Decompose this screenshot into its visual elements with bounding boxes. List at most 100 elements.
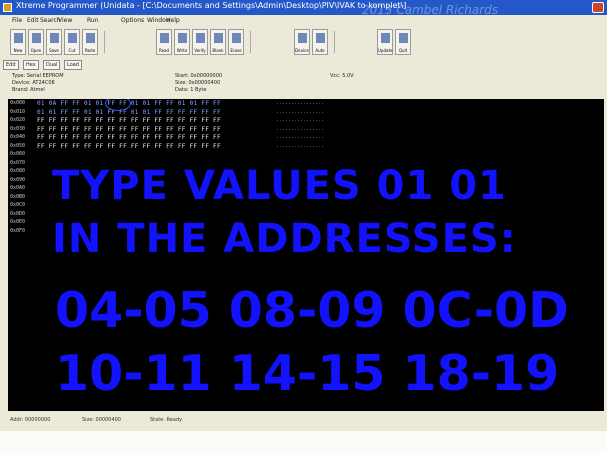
device-brand: Brand: Atmel [12,87,45,93]
hex-row[interactable]: 01 01 FF FF 01 01 FF FF 01 01 FF FF FF F… [37,109,221,116]
write-button[interactable]: Write [174,29,190,55]
menu-view[interactable]: View [58,17,72,24]
blank-button[interactable]: Blank [210,29,226,55]
instruction-line-4: 10-11 14-15 18-19 [55,345,560,402]
toolbar-label: Blank [212,48,224,53]
tab-dual[interactable]: Dual [43,60,61,70]
save-button[interactable]: Save [46,29,62,55]
toolbar-separator [104,31,105,53]
status-state: State: Ready [150,417,183,423]
tab-load[interactable]: Load [64,60,82,70]
address-label: 0x090 [10,176,26,183]
menu-edit[interactable]: Edit [27,17,39,24]
device-info-panel: Type: Serial EEPROM Device: AT24C08 Bran… [0,72,607,98]
address-label: 0x010 [10,108,26,115]
address-column: 0x000 0x010 0x020 0x030 0x040 0x050 0x060 0x070… [8,99,35,411]
hex-row[interactable]: FF FF FF FF FF FF FF FF FF FF FF FF FF F… [37,134,221,141]
erase-button[interactable]: Erase [228,29,244,55]
app-window: Xtreme Programmer (Unidata - [C:\Documen… [0,0,607,454]
auto-button[interactable]: Auto [312,29,328,55]
address-label: 0x0C0 [10,202,26,208]
status-size: Size: 00000400 [82,417,121,423]
toolbar-label: Paste [84,48,96,53]
update-button[interactable]: Update [377,29,393,55]
toolbar: New Open Save Cut Paste Read Write Verify Blank E… [0,27,607,57]
blank-icon [214,33,223,43]
ascii-row: ................ [276,117,325,123]
address-label: 0x0F0 [10,227,26,234]
close-button[interactable] [592,2,604,13]
toolbar-label: Update [378,48,393,53]
hex-row[interactable]: FF FF FF FF FF FF FF FF FF FF FF FF FF F… [37,126,221,133]
address-label: 0x050 [10,142,26,149]
save-icon [50,33,59,43]
address-label: 0x060 [10,151,26,157]
address-label: 0x0B0 [10,193,26,200]
cut-button[interactable]: Cut [64,29,80,55]
status-bar: Addr: 00000000 Size: 00000400 State: Rea… [0,415,607,429]
app-icon [3,3,12,12]
hex-row[interactable]: FF FF FF FF FF FF FF FF FF FF FF FF FF F… [37,143,221,150]
memory-size: Size: 0x00000400 [175,80,221,86]
toolbar-separator [250,31,251,53]
toolbar-label: Erase [230,48,242,53]
menu-help[interactable]: Help [166,17,180,24]
toolbar-label: Verify [194,48,206,53]
toolbar-label: Read [158,48,170,53]
new-button[interactable]: New [10,29,26,55]
toolbar-label: Quit [398,48,408,53]
quit-button[interactable]: Quit [395,29,411,55]
toolbar-label: Write [176,48,188,53]
read-button[interactable]: Read [156,29,172,55]
device-type: Type: Serial EEPROM [12,73,64,79]
address-label: 0x000 [10,100,26,106]
device-icon [298,33,307,43]
title-bar[interactable]: Xtreme Programmer (Unidata - [C:\Documen… [0,0,607,17]
menu-file[interactable]: File [12,17,22,24]
data-width: Data: 1 Byte [175,87,207,93]
ascii-row: ................ [276,142,325,149]
device-button[interactable]: Device [294,29,310,55]
toolbar-label: Auto [315,48,325,53]
address-label: 0x0E0 [10,219,26,225]
tab-edit[interactable]: Edit [3,60,19,70]
read-icon [160,33,169,43]
address-label: 0x0A0 [10,185,26,191]
menu-options[interactable]: Options [121,17,144,24]
status-address: Addr: 00000000 [10,417,51,423]
ascii-row: ................ [276,125,325,132]
paste-icon [86,33,95,43]
address-label: 0x0D0 [10,210,26,217]
open-icon [32,33,41,43]
toolbar-label: Device [295,48,309,53]
hex-row[interactable]: FF FF FF FF FF FF FF FF FF FF FF FF FF F… [37,117,221,124]
address-label: 0x080 [10,168,26,174]
toolbar-separator [334,31,335,53]
verify-icon [196,33,205,43]
erase-icon [232,33,241,43]
write-icon [178,33,187,43]
title-watermark: 2013 Cambel Richards [362,3,498,17]
instruction-line-3: 04-05 08-09 0C-0D [55,282,569,339]
address-label: 0x040 [10,134,26,140]
ascii-row: ................ [276,108,325,115]
address-label: 0x020 [10,117,26,123]
ascii-row: ................ [276,100,325,106]
address-label: 0x070 [10,159,26,166]
verify-button[interactable]: Verify [192,29,208,55]
update-icon [381,33,390,43]
toolbar-label: Open [30,48,42,53]
open-button[interactable]: Open [28,29,44,55]
device-name: Device: AT24C08 [12,80,55,86]
quit-icon [399,33,408,43]
instruction-line-1: TYPE VALUES 01 01 [52,163,507,209]
menu-run[interactable]: Run [87,17,99,24]
bottom-area [0,431,607,454]
paste-button[interactable]: Paste [82,29,98,55]
ascii-row: ................ [276,134,325,140]
cut-icon [68,33,77,43]
tab-hex[interactable]: Hex [23,60,39,70]
instruction-line-2: IN THE ADDRESSES: [52,216,517,262]
toolbar-label: New [13,48,23,53]
vcc-value: Vcc: 5.0V [330,73,354,79]
